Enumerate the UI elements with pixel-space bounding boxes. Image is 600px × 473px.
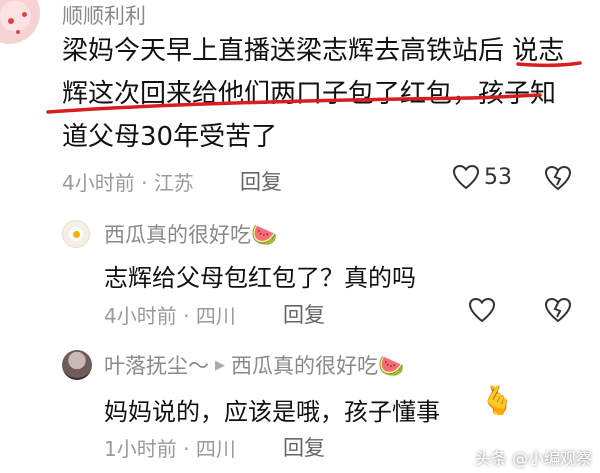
finger-heart-emoji-icon: 🫰 (480, 384, 515, 417)
reply-text-2: 妈妈说的，应该是哦，孩子懂事 (104, 398, 440, 426)
like-count: 53 (484, 164, 512, 190)
egg-icon (69, 227, 83, 241)
reply-location-1: 四川 (195, 304, 236, 328)
reply-text-1: 志辉给父母包红包了？真的吗 (104, 264, 416, 292)
dislike-broken-heart-icon[interactable] (544, 165, 572, 191)
reply-meta-2: 1小时前 · 四川 (104, 433, 236, 462)
meta-separator: · (183, 437, 196, 461)
heart-icon (452, 164, 480, 190)
comment-location: 江苏 (153, 171, 194, 195)
reply-button[interactable]: 回复 (240, 166, 282, 196)
meta-separator: · (141, 171, 154, 195)
dislike-broken-heart-icon[interactable] (544, 297, 572, 323)
reply-button-1[interactable]: 回复 (283, 299, 325, 329)
reply-time-2: 1小时前 (104, 437, 177, 461)
red-underline-annotation (46, 61, 582, 114)
reply-avatar-2[interactable] (62, 350, 92, 380)
comment-time: 4小时前 (62, 171, 135, 195)
reply-arrow-icon: ▶ (215, 357, 225, 373)
meta-separator: · (183, 304, 196, 328)
reply-time-1: 4小时前 (104, 304, 177, 328)
heart-icon[interactable] (468, 297, 496, 323)
reply-location-2: 四川 (195, 437, 236, 461)
reply-avatar-1[interactable] (62, 220, 90, 248)
reply-meta-1: 4小时前 · 四川 (104, 300, 236, 329)
reply-button-2[interactable]: 回复 (283, 432, 325, 462)
like-button[interactable]: 53 (452, 164, 512, 190)
reply-username-1[interactable]: 西瓜真的很好吃🍉 (104, 219, 277, 249)
reply-to-username-2[interactable]: 西瓜真的很好吃🍉 (231, 350, 404, 380)
reply-username-2[interactable]: 叶落抚尘～ (104, 350, 209, 380)
watermark: 头条 @小编观察 (474, 449, 592, 468)
reply-header-2: 叶落抚尘～ ▶ 西瓜真的很好吃🍉 (104, 350, 404, 380)
comment-meta: 4小时前 · 江苏 (62, 167, 194, 196)
